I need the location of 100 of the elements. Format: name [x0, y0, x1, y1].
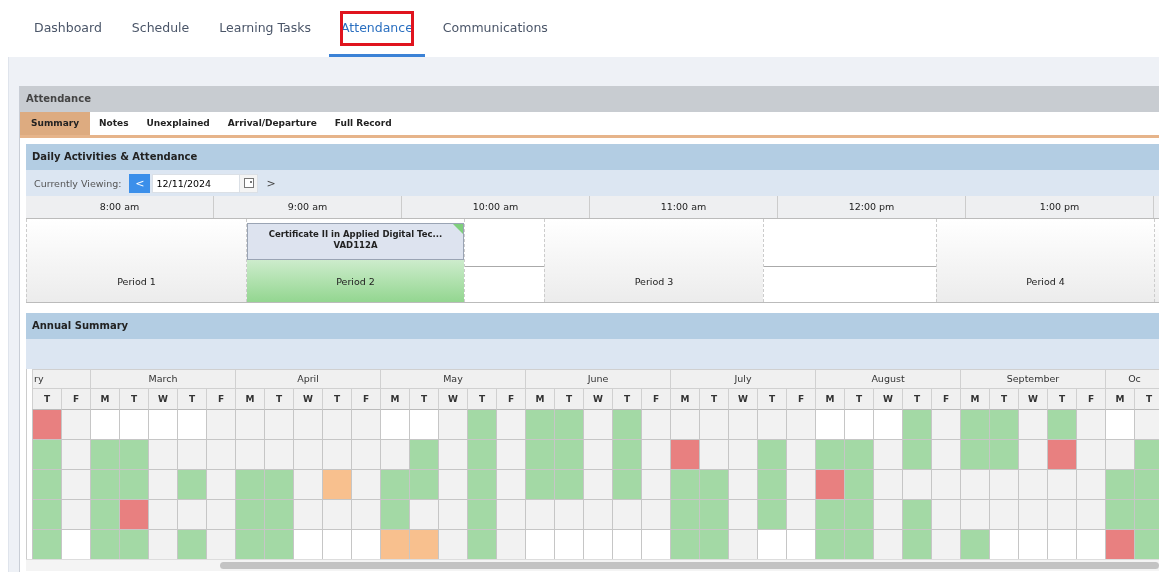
day-cell[interactable]: [351, 470, 380, 500]
day-cell[interactable]: [815, 410, 844, 440]
day-cell[interactable]: [32, 470, 61, 500]
sub-tab[interactable]: Notes: [90, 112, 138, 135]
sub-tab[interactable]: Unexplained: [137, 112, 219, 135]
day-cell[interactable]: [1076, 470, 1105, 500]
day-cell[interactable]: [1047, 440, 1076, 470]
day-cell[interactable]: [844, 440, 873, 470]
day-cell[interactable]: [1047, 470, 1076, 500]
day-cell[interactable]: [264, 410, 293, 440]
day-cell[interactable]: [1105, 440, 1134, 470]
day-cell[interactable]: [380, 440, 409, 470]
day-cell[interactable]: [670, 410, 699, 440]
day-cell[interactable]: [409, 410, 438, 440]
day-cell[interactable]: [699, 410, 728, 440]
day-cell[interactable]: [148, 410, 177, 440]
day-cell[interactable]: [119, 440, 148, 470]
day-cell[interactable]: [873, 470, 902, 500]
day-cell[interactable]: [960, 500, 989, 530]
day-cell[interactable]: [438, 500, 467, 530]
day-cell[interactable]: [467, 500, 496, 530]
day-cell[interactable]: [438, 440, 467, 470]
day-cell[interactable]: [148, 440, 177, 470]
day-cell[interactable]: [989, 440, 1018, 470]
day-cell[interactable]: [119, 410, 148, 440]
day-cell[interactable]: [351, 410, 380, 440]
day-cell[interactable]: [409, 530, 438, 559]
day-cell[interactable]: [960, 440, 989, 470]
day-cell[interactable]: [844, 530, 873, 559]
day-cell[interactable]: [206, 470, 235, 500]
day-cell[interactable]: [380, 470, 409, 500]
nav-tab[interactable]: Learning Tasks: [207, 0, 323, 57]
day-cell[interactable]: [554, 500, 583, 530]
day-cell[interactable]: [322, 500, 351, 530]
day-cell[interactable]: [61, 440, 90, 470]
day-cell[interactable]: [728, 530, 757, 559]
day-cell[interactable]: [293, 440, 322, 470]
day-cell[interactable]: [322, 440, 351, 470]
day-cell[interactable]: [815, 500, 844, 530]
day-cell[interactable]: [873, 440, 902, 470]
day-cell[interactable]: [264, 440, 293, 470]
day-cell[interactable]: [583, 410, 612, 440]
day-cell[interactable]: [496, 410, 525, 440]
day-cell[interactable]: [902, 530, 931, 559]
day-cell[interactable]: [235, 440, 264, 470]
day-cell[interactable]: [1134, 410, 1159, 440]
day-cell[interactable]: [699, 440, 728, 470]
day-cell[interactable]: [757, 500, 786, 530]
day-cell[interactable]: [206, 410, 235, 440]
day-cell[interactable]: [786, 500, 815, 530]
day-cell[interactable]: [786, 410, 815, 440]
day-cell[interactable]: [438, 530, 467, 559]
day-cell[interactable]: [119, 500, 148, 530]
day-cell[interactable]: [32, 410, 61, 440]
day-cell[interactable]: [728, 500, 757, 530]
day-cell[interactable]: [641, 410, 670, 440]
day-cell[interactable]: [1047, 410, 1076, 440]
day-cell[interactable]: [583, 500, 612, 530]
day-cell[interactable]: [1076, 500, 1105, 530]
day-cell[interactable]: [496, 530, 525, 559]
day-cell[interactable]: [728, 410, 757, 440]
day-cell[interactable]: [90, 410, 119, 440]
day-cell[interactable]: [612, 470, 641, 500]
day-cell[interactable]: [1047, 500, 1076, 530]
day-cell[interactable]: [931, 470, 960, 500]
day-cell[interactable]: [844, 410, 873, 440]
day-cell[interactable]: [612, 440, 641, 470]
day-cell[interactable]: [757, 410, 786, 440]
nav-tab[interactable]: Dashboard: [22, 0, 114, 57]
day-cell[interactable]: [1134, 470, 1159, 500]
day-cell[interactable]: [960, 530, 989, 559]
day-cell[interactable]: [525, 500, 554, 530]
sub-tab[interactable]: Arrival/Departure: [218, 112, 326, 135]
day-cell[interactable]: [844, 470, 873, 500]
day-cell[interactable]: [235, 530, 264, 559]
day-cell[interactable]: [467, 440, 496, 470]
class-card[interactable]: Certificate II in Applied Digital Tec... VAD112A: [247, 223, 464, 260]
day-cell[interactable]: [815, 470, 844, 500]
day-cell[interactable]: [931, 410, 960, 440]
day-cell[interactable]: [931, 530, 960, 559]
day-cell[interactable]: [264, 530, 293, 559]
day-cell[interactable]: [902, 500, 931, 530]
day-cell[interactable]: [1134, 500, 1159, 530]
day-cell[interactable]: [960, 410, 989, 440]
day-cell[interactable]: [148, 530, 177, 559]
day-cell[interactable]: [583, 470, 612, 500]
day-cell[interactable]: [90, 470, 119, 500]
day-cell[interactable]: [1018, 470, 1047, 500]
day-cell[interactable]: [873, 500, 902, 530]
day-cell[interactable]: [1134, 530, 1159, 559]
day-cell[interactable]: [264, 470, 293, 500]
day-cell[interactable]: [757, 440, 786, 470]
calendar-icon[interactable]: [239, 173, 259, 193]
day-cell[interactable]: [989, 410, 1018, 440]
day-cell[interactable]: [786, 470, 815, 500]
day-cell[interactable]: [960, 470, 989, 500]
day-cell[interactable]: [438, 470, 467, 500]
day-cell[interactable]: [61, 470, 90, 500]
day-cell[interactable]: [235, 500, 264, 530]
day-cell[interactable]: [815, 440, 844, 470]
